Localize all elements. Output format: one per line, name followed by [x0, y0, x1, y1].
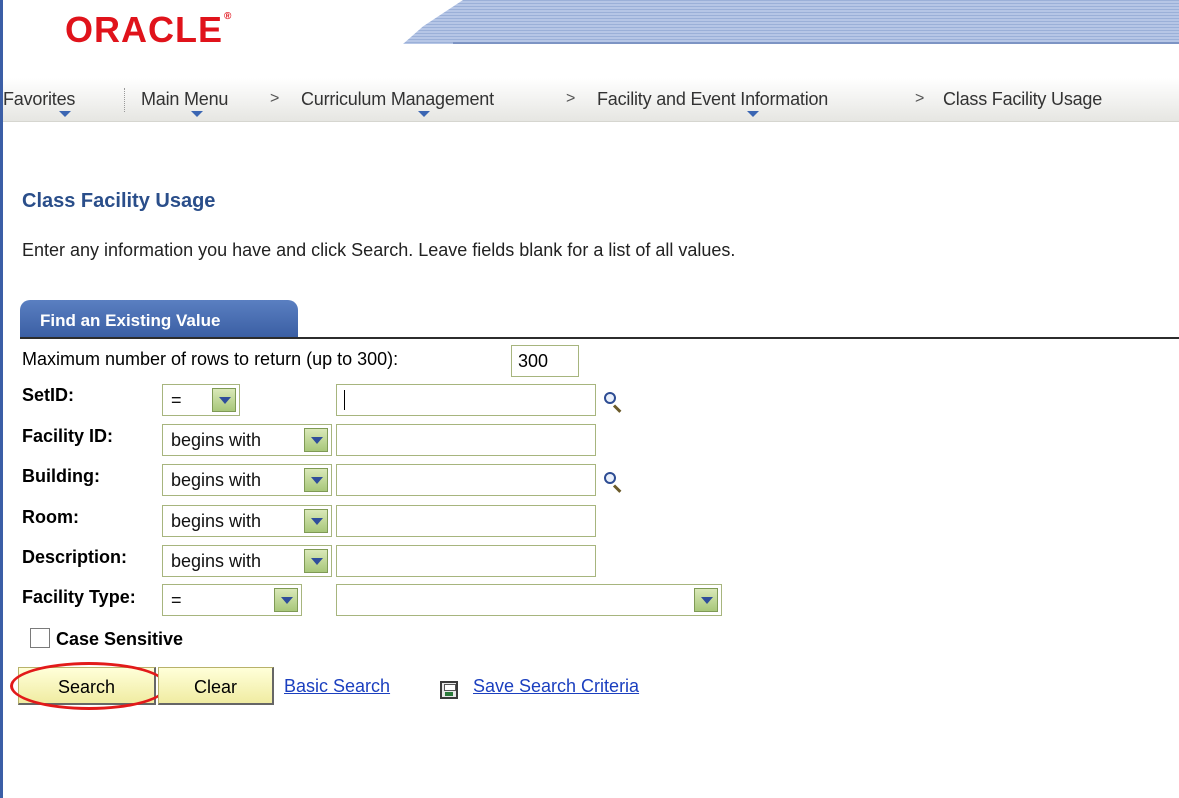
building-operator-value: begins with [171, 470, 262, 490]
clear-button[interactable]: Clear [158, 667, 274, 705]
tab-underline [20, 337, 1179, 339]
facility-id-operator-select[interactable]: begins with [162, 424, 332, 456]
page-title: Class Facility Usage [22, 190, 216, 212]
chevron-down-icon[interactable] [191, 111, 203, 117]
description-label: Description: [22, 547, 128, 567]
chevron-down-icon[interactable] [304, 509, 328, 533]
chevron-down-icon[interactable] [59, 111, 71, 117]
header-band-underline [453, 42, 1179, 44]
instructions-text: Enter any information you have and click… [22, 240, 736, 260]
setid-input[interactable] [336, 384, 596, 416]
nav-favorites[interactable]: Favorites [3, 89, 75, 110]
facility-type-value-select[interactable] [336, 584, 722, 616]
chevron-down-icon[interactable] [304, 468, 328, 492]
breadcrumb-separator: > [270, 90, 280, 107]
search-highlight-annotation [10, 662, 168, 710]
floppy-disk-icon[interactable] [440, 681, 458, 699]
save-search-criteria-link[interactable]: Save Search Criteria [473, 676, 639, 697]
facility-id-label: Facility ID: [22, 426, 114, 446]
building-lookup-magnifier-icon[interactable] [602, 470, 624, 493]
room-operator-value: begins with [171, 511, 262, 531]
oracle-logo: ORACLE® [65, 9, 233, 50]
facility-type-label: Facility Type: [22, 587, 136, 607]
text-cursor [344, 390, 345, 410]
breadcrumb-separator: > [915, 90, 925, 107]
setid-operator-value: = [171, 390, 182, 410]
breadcrumb-nav: Favorites Main Menu > Curriculum Managem… [3, 78, 1179, 122]
chevron-down-icon[interactable] [418, 111, 430, 117]
chevron-down-icon[interactable] [304, 549, 328, 573]
basic-search-link[interactable]: Basic Search [284, 676, 390, 697]
nav-facility-event-info[interactable]: Facility and Event Information [597, 89, 828, 110]
chevron-down-icon[interactable] [304, 428, 328, 452]
header-decorative-band [403, 0, 1179, 44]
facility-type-operator-value: = [171, 590, 182, 610]
room-input[interactable] [336, 505, 596, 537]
chevron-down-icon[interactable] [747, 111, 759, 117]
nav-main-menu[interactable]: Main Menu [141, 89, 228, 110]
facility-id-operator-value: begins with [171, 430, 262, 450]
room-label: Room: [22, 507, 79, 527]
nav-curriculum-management[interactable]: Curriculum Management [301, 89, 494, 110]
chevron-down-icon[interactable] [212, 388, 236, 412]
description-operator-value: begins with [171, 551, 262, 571]
setid-label: SetID: [22, 385, 75, 405]
chevron-down-icon[interactable] [694, 588, 718, 612]
setid-operator-select[interactable]: = [162, 384, 240, 416]
description-input[interactable] [336, 545, 596, 577]
setid-lookup-magnifier-icon[interactable] [602, 390, 624, 413]
building-input[interactable] [336, 464, 596, 496]
building-label: Building: [22, 466, 100, 486]
nav-class-facility-usage: Class Facility Usage [943, 89, 1103, 109]
building-operator-select[interactable]: begins with [162, 464, 332, 496]
tab-find-existing-value[interactable]: Find an Existing Value [20, 300, 298, 338]
max-rows-label: Maximum number of rows to return (up to … [22, 349, 399, 369]
facility-id-input[interactable] [336, 424, 596, 456]
case-sensitive-label: Case Sensitive [56, 629, 184, 649]
chevron-down-icon[interactable] [274, 588, 298, 612]
facility-type-operator-select[interactable]: = [162, 584, 302, 616]
description-operator-select[interactable]: begins with [162, 545, 332, 577]
room-operator-select[interactable]: begins with [162, 505, 332, 537]
case-sensitive-checkbox[interactable] [30, 628, 50, 648]
header: ORACLE® [3, 0, 1179, 70]
breadcrumb-separator: > [566, 90, 576, 107]
nav-divider [124, 88, 125, 112]
max-rows-input[interactable] [511, 345, 579, 377]
